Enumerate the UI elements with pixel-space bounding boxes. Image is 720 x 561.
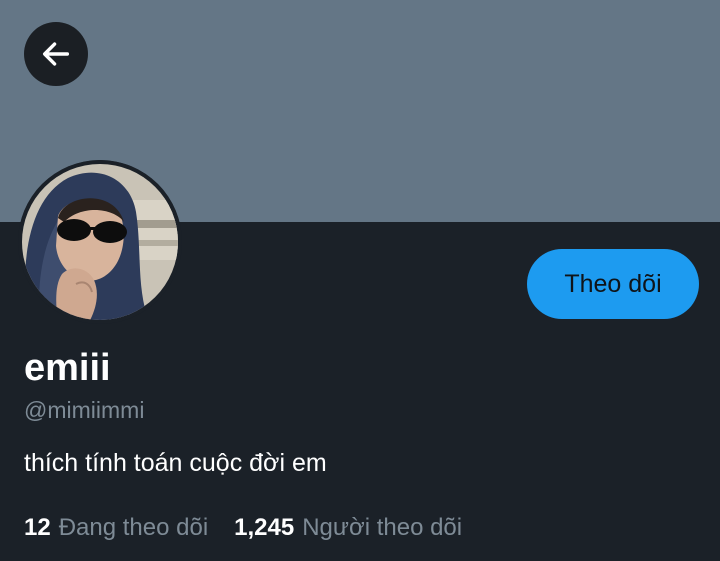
following-count: 12 (24, 514, 51, 541)
profile-stats: 12 Đang theo dõi 1,245 Người theo dõi (24, 512, 462, 544)
arrow-left-icon (39, 37, 73, 71)
back-button[interactable] (24, 22, 88, 86)
followers-label: Người theo dõi (302, 514, 463, 541)
avatar[interactable] (18, 160, 182, 324)
following-link[interactable]: 12 Đang theo dõi (24, 512, 208, 544)
username-handle: @mimiimmi (24, 397, 145, 423)
follow-button[interactable]: Theo dõi (527, 249, 699, 319)
display-name: emiii (24, 347, 111, 389)
followers-count: 1,245 (234, 514, 295, 541)
following-label: Đang theo dõi (58, 514, 209, 541)
followers-link[interactable]: 1,245 Người theo dõi (234, 512, 462, 544)
profile-bio: thích tính toán cuộc đời em (24, 449, 327, 477)
